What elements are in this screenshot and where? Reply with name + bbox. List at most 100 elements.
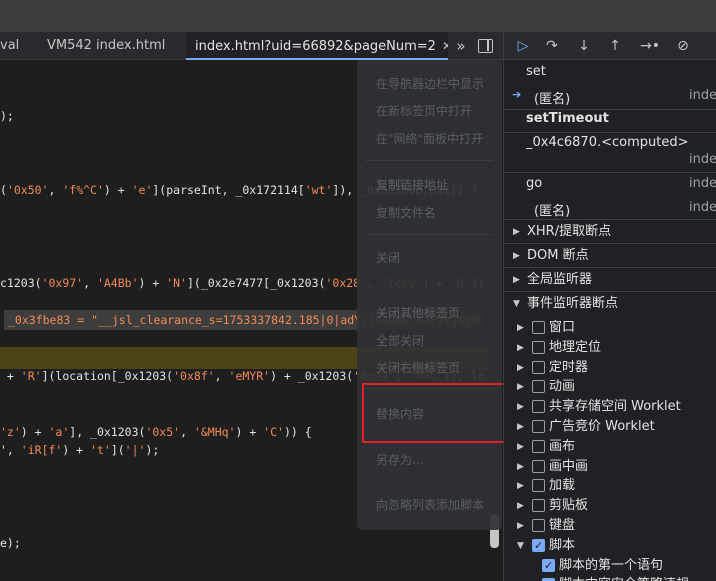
chevron-right-icon[interactable]: ▶ <box>517 476 524 496</box>
chevron-right-icon[interactable]: ▶ <box>517 417 524 437</box>
category-label: 动画 <box>549 379 576 395</box>
chevron-right-icon[interactable]: ▶ <box>517 377 524 397</box>
deactivate-breakpoints-icon[interactable]: ⊘ <box>672 36 694 56</box>
tab-label: VM542 index.html <box>47 38 166 53</box>
checkbox[interactable] <box>532 499 545 513</box>
chevron-right-icon[interactable]: ▶ <box>517 397 524 417</box>
call-frame[interactable]: (匿名) inde <box>504 200 716 220</box>
event-category-item[interactable]: ▶ 加载 <box>504 476 716 496</box>
step-over-icon[interactable]: ↷ <box>541 36 563 56</box>
frame-name: set <box>526 64 546 79</box>
menu-add-to-ignore-list[interactable]: 向忽略列表添加脚本 <box>376 496 484 513</box>
event-category-item[interactable]: ▶ 定时器 <box>504 358 716 378</box>
category-label: 剪贴板 <box>549 498 589 514</box>
checkbox[interactable] <box>532 380 545 394</box>
step-into-icon[interactable]: ↓ <box>573 36 595 56</box>
checkbox[interactable] <box>532 479 545 493</box>
menu-open-in-network-panel[interactable]: 在"网络"面板中打开 <box>376 130 483 147</box>
frame-location: inde <box>689 200 716 215</box>
checkbox[interactable] <box>532 519 545 532</box>
chevron-down-icon[interactable]: ▼ <box>517 536 524 556</box>
tab-vm542-index-html[interactable]: VM542 index.html <box>47 32 177 60</box>
section-xhr-breakpoints[interactable]: ▶ XHR/提取断点 <box>504 219 716 243</box>
menu-close-tabs-to-right[interactable]: 关闭右侧标签页 <box>376 359 460 376</box>
chevron-right-icon[interactable]: ▶ <box>517 496 524 516</box>
event-subcategory-item[interactable]: 脚本内容安全策略违规 <box>504 575 716 581</box>
menu-close-all[interactable]: 全部关闭 <box>376 332 424 349</box>
toggle-sidebar-icon[interactable] <box>478 39 493 53</box>
checkbox[interactable] <box>532 340 545 354</box>
event-category-item[interactable]: ▶ 地理定位 <box>504 338 716 358</box>
category-label: 画中画 <box>549 458 589 474</box>
chevron-right-icon[interactable]: ▶ <box>517 358 524 378</box>
frame-name: (匿名) <box>534 204 571 219</box>
code-line: ', 'iR[f') + 't']('|'); <box>0 443 160 457</box>
close-icon[interactable]: ✕ <box>442 32 448 58</box>
event-category-item[interactable]: ▶ 画布 <box>504 437 716 457</box>
code-line: 'z') + 'a'], _0x1203('0x5', '&MHq') + 'C… <box>0 425 312 439</box>
section-dom-breakpoints[interactable]: ▶ DOM 断点 <box>504 243 716 267</box>
tab-label: index.html?uid=66892&pageNum=2 <box>195 39 436 54</box>
call-frame[interactable]: _0x4c6870.<computed> inde <box>504 135 716 173</box>
section-event-listener-breakpoints[interactable]: ▼ 事件监听器断点 <box>504 291 716 315</box>
category-label: 脚本内容安全策略违规 <box>559 575 689 581</box>
chevron-right-icon[interactable]: ▶ <box>517 437 524 457</box>
call-frame-current[interactable]: ➔ (匿名) inde <box>504 88 716 108</box>
tab-index-html-active[interactable]: index.html?uid=66892&pageNum=2 ✕ <box>186 32 448 60</box>
category-label: 加载 <box>549 478 576 494</box>
chevron-right-icon[interactable]: ▶ <box>517 318 524 338</box>
event-category-item[interactable]: ▶ 共享存储空间 Worklet <box>504 397 716 417</box>
checkbox[interactable] <box>532 459 545 473</box>
call-frame[interactable]: go inde <box>504 176 716 196</box>
category-label: 共享存储空间 Worklet <box>549 399 681 415</box>
checkbox[interactable] <box>542 556 555 576</box>
checkbox[interactable] <box>532 360 545 374</box>
call-frame[interactable]: set <box>504 64 716 84</box>
event-category-item[interactable]: ▶ 画中画 <box>504 457 716 477</box>
debugger-sidebar: set ➔ (匿名) inde setTimeout _0x4c6870.<co… <box>503 60 716 581</box>
menu-close[interactable]: 关闭 <box>376 249 400 266</box>
menu-separator <box>365 234 493 235</box>
event-category-item[interactable]: ▶ 动画 <box>504 377 716 397</box>
menu-copy-link-address[interactable]: 复制链接地址 <box>376 176 448 193</box>
event-category-item[interactable]: ▶ 键盘 <box>504 516 716 536</box>
frame-name: go <box>526 176 543 191</box>
section-global-listeners[interactable]: ▶ 全局监听器 <box>504 267 716 291</box>
menu-close-others[interactable]: 关闭其他标签页 <box>376 304 460 321</box>
chevron-right-icon[interactable]: ▶ <box>517 516 524 536</box>
chevron-right-icon[interactable]: ▶ <box>517 338 524 358</box>
menu-copy-file-name[interactable]: 复制文件名 <box>376 204 436 221</box>
checkbox[interactable] <box>532 400 545 414</box>
separator <box>504 132 716 133</box>
menu-save-as[interactable]: 另存为... <box>376 451 423 468</box>
current-frame-icon: ➔ <box>512 88 522 101</box>
event-category-item[interactable]: ▶ 剪贴板 <box>504 496 716 516</box>
step-icon[interactable]: →• <box>636 36 664 56</box>
resume-icon[interactable]: ▷ <box>512 36 534 56</box>
menu-open-in-new-tab[interactable]: 在新标签页中打开 <box>376 102 472 119</box>
menu-reveal-in-navigator[interactable]: 在导航器边栏中显示 <box>376 75 484 92</box>
tab-val[interactable]: val <box>0 32 30 60</box>
frame-name: (匿名) <box>534 92 571 107</box>
event-category-item[interactable]: ▶ 窗口 <box>504 318 716 338</box>
category-label: 窗口 <box>549 320 576 335</box>
frame-location: inde <box>689 152 716 167</box>
category-label: 广告竞价 Worklet <box>549 419 655 434</box>
async-group-title: setTimeout <box>526 111 609 126</box>
category-label: 脚本的第一个语句 <box>559 557 664 573</box>
checkbox[interactable] <box>532 439 545 453</box>
checkbox[interactable] <box>532 321 545 334</box>
chevron-down-icon: ▼ <box>513 299 520 309</box>
checkbox[interactable] <box>532 420 545 433</box>
debugger-toolbar: ▷ ↷ ↓ ↑ →• ⊘ <box>503 32 716 60</box>
category-label: 脚本 <box>549 537 576 553</box>
code-line: ); <box>0 109 14 123</box>
event-subcategory-item[interactable]: 脚本的第一个语句 <box>504 556 716 576</box>
category-label: 画布 <box>549 438 576 454</box>
more-tabs-icon[interactable]: » <box>452 36 470 56</box>
chevron-right-icon[interactable]: ▶ <box>517 457 524 477</box>
checkbox[interactable] <box>532 536 545 556</box>
step-out-icon[interactable]: ↑ <box>604 36 626 56</box>
event-category-item[interactable]: ▼ 脚本 <box>504 536 716 556</box>
event-category-item[interactable]: ▶ 广告竞价 Worklet <box>504 417 716 437</box>
